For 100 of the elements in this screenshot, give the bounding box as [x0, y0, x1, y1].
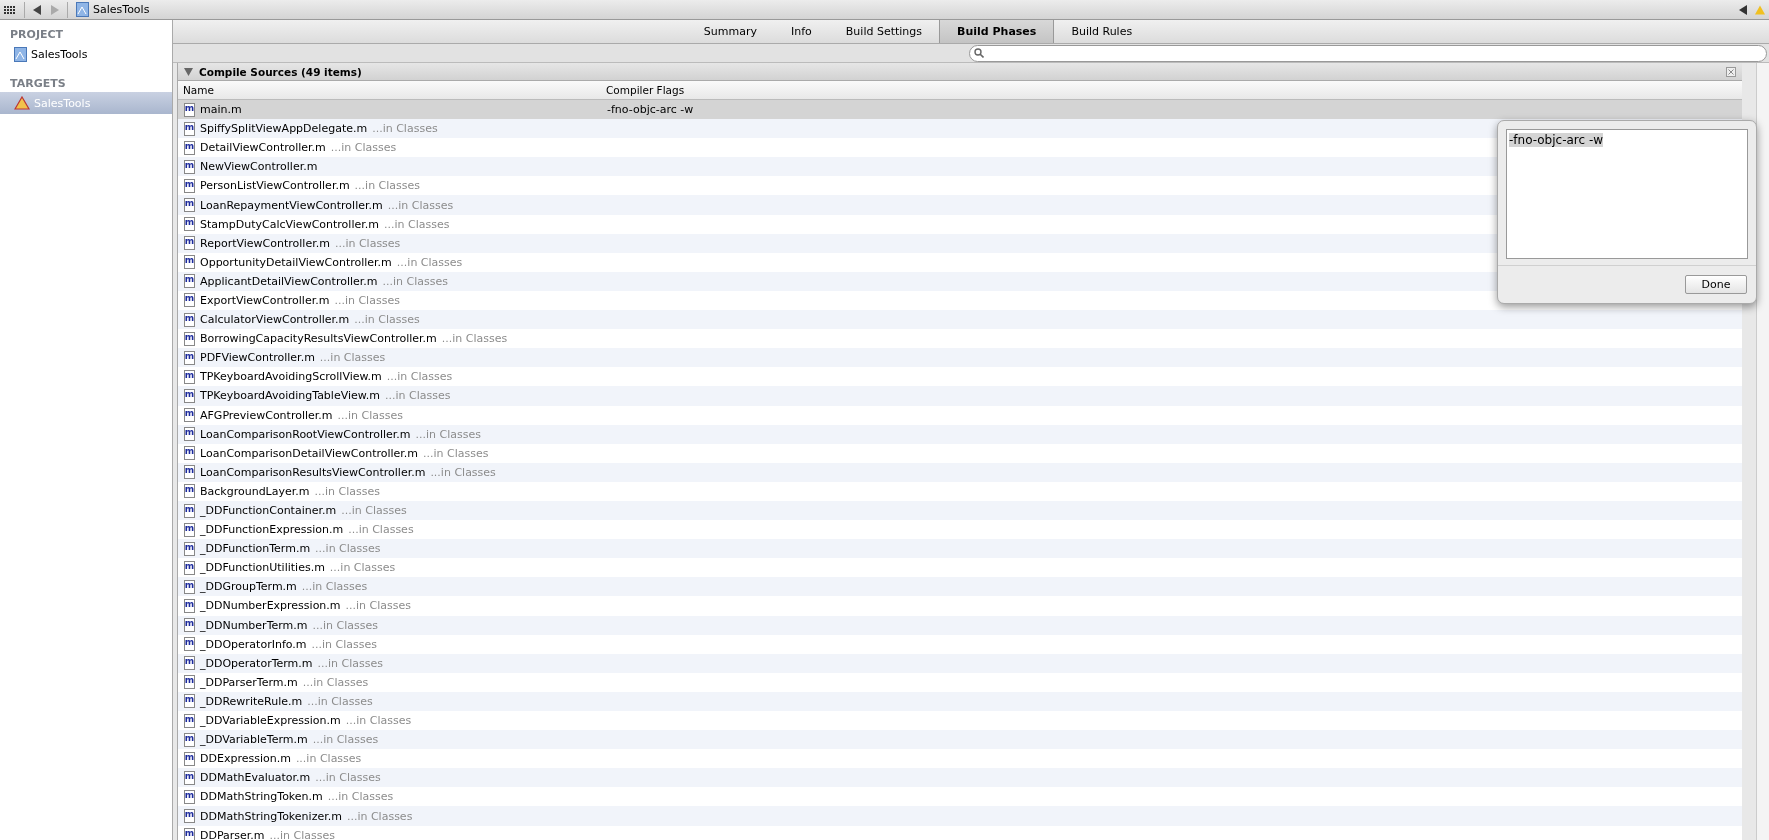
file-name: ReportViewController.m — [200, 236, 330, 250]
source-file-icon: m — [184, 427, 195, 442]
source-file-icon: m — [184, 828, 195, 840]
table-row[interactable]: m DDMathEvaluator.m ...in Classes — [178, 768, 1742, 788]
column-heading[interactable]: Compiler Flags — [601, 84, 685, 96]
file-location: ...in Classes — [312, 618, 378, 632]
table-row[interactable]: m LoanComparisonResultsViewController.m ...in Classes — [178, 462, 1742, 482]
file-name: TPKeyboardAvoidingScrollView.m — [200, 370, 382, 384]
tab[interactable]: Build Rules — [1054, 20, 1150, 43]
file-name: LoanComparisonDetailViewController.m — [200, 446, 419, 460]
sidebar-heading: TARGETS — [9, 76, 67, 92]
source-file-icon: m — [184, 618, 195, 633]
back-arrow-icon[interactable] — [33, 4, 42, 15]
source-file-icon: m — [184, 388, 195, 403]
source-file-icon: m — [184, 503, 195, 518]
grid-icon[interactable] — [4, 4, 16, 15]
file-name: LoanComparisonRootViewController.m — [200, 427, 411, 441]
source-file-icon: m — [184, 732, 195, 747]
file-location: ...in Classes — [330, 141, 397, 155]
source-file-icon: m — [184, 770, 195, 785]
tab[interactable]: Summary — [686, 20, 774, 43]
sidebar-item[interactable]: SalesTools — [0, 43, 172, 65]
close-icon[interactable] — [1726, 66, 1736, 77]
source-file-icon: m — [184, 217, 195, 232]
file-name: _DDVariableExpression.m — [200, 714, 341, 728]
flags-text-area[interactable]: -fno-objc-arc -w — [1506, 129, 1748, 259]
disclosure-triangle-icon[interactable] — [184, 67, 193, 76]
sidebar-heading: PROJECT — [9, 27, 65, 43]
source-file-icon: m — [184, 159, 195, 174]
file-name: _DDNumberTerm.m — [200, 618, 308, 632]
source-file-icon: m — [184, 350, 195, 365]
file-name: _DDGroupTerm.m — [200, 580, 297, 594]
source-file-icon: m — [184, 236, 195, 251]
table-row[interactable]: m TPKeyboardAvoidingTableView.m ...in Classes — [178, 386, 1742, 406]
source-file-icon: m — [184, 484, 195, 499]
breadcrumb-item[interactable]: SalesTools — [76, 2, 150, 17]
source-file-icon: m — [184, 599, 195, 613]
table-row[interactable]: m CalculatorViewController.m ...in Classes — [178, 310, 1742, 330]
file-name: _DDVariableTerm.m — [200, 733, 308, 747]
column-heading[interactable]: Name — [178, 84, 601, 96]
file-name: AFGPreviewController.m — [200, 408, 333, 422]
source-file-icon: m — [184, 293, 195, 308]
source-file-icon: m — [184, 713, 195, 728]
file-name: NewViewController.m — [200, 160, 318, 174]
source-file-icon: m — [184, 178, 195, 193]
table-row[interactable]: m main.m -fno-objc-arc -w — [178, 100, 1742, 120]
file-name: DetailViewController.m — [200, 141, 326, 155]
file-location: ...in Classes — [312, 733, 379, 747]
source-file-icon: m — [184, 789, 195, 804]
tab[interactable]: Build Settings — [828, 20, 940, 43]
table-row[interactable]: m _DDGroupTerm.m ...in Classes — [178, 577, 1742, 597]
file-name: TPKeyboardAvoidingTableView.m — [200, 389, 380, 403]
tab[interactable]: Build Phases — [939, 20, 1055, 43]
file-location: ...in Classes — [354, 313, 420, 327]
file-location: ...in Classes — [295, 752, 362, 766]
file-location: ...in Classes — [415, 427, 482, 441]
table-row[interactable]: m DDMathStringTokenizer.m ...in Classes — [178, 806, 1742, 826]
file-name: DDExpression.m — [200, 752, 291, 766]
tab[interactable]: Info — [774, 20, 829, 43]
file-location: ...in Classes — [345, 599, 411, 613]
table-row[interactable]: m LoanComparisonRootViewController.m ...in Classes — [178, 424, 1742, 444]
source-file-icon: m — [184, 809, 195, 823]
file-name: BorrowingCapacityResultsViewController.m — [200, 332, 437, 346]
file-name: LoanComparisonResultsViewController.m — [200, 465, 426, 479]
table-row[interactable]: m _DDFunctionContainer.m ...in Classes — [178, 500, 1742, 521]
file-location: ...in Classes — [354, 179, 421, 193]
file-location: ...in Classes — [337, 408, 403, 422]
table-row[interactable]: m _DDNumberTerm.m ...in Classes — [178, 615, 1742, 635]
table-row[interactable]: m _DDFunctionTerm.m ...in Classes — [178, 539, 1742, 559]
file-location: ...in Classes — [430, 465, 496, 479]
file-location: ...in Classes — [441, 332, 508, 346]
source-file-icon: m — [184, 121, 195, 136]
file-name: _DDRewriteRule.m — [200, 694, 303, 708]
file-name: _DDFunctionUtilities.m — [200, 561, 325, 575]
file-location: ...in Classes — [396, 255, 463, 269]
table-row[interactable]: m PDFViewController.m ...in Classes — [178, 348, 1742, 368]
table-row[interactable]: m _DDVariableTerm.m ...in Classes — [178, 730, 1742, 750]
search-field[interactable] — [969, 44, 1767, 62]
file-location: ...in Classes — [315, 542, 381, 556]
file-location: ...in Classes — [317, 656, 383, 670]
source-file-icon: m — [184, 560, 195, 575]
source-file-icon: m — [184, 312, 195, 327]
file-location: ...in Classes — [386, 370, 453, 384]
table-row[interactable]: m _DDOperatorTerm.m ...in Classes — [178, 653, 1742, 673]
scroll-bar[interactable] — [1756, 63, 1769, 840]
forward-arrow-icon[interactable] — [50, 4, 59, 15]
source-file-icon: m — [184, 331, 195, 346]
file-name: ExportViewController.m — [200, 294, 330, 307]
file-name: PersonListViewController.m — [200, 179, 350, 193]
done-button[interactable]: Done — [1685, 275, 1747, 294]
back-arrow-icon[interactable] — [1739, 4, 1747, 15]
source-file-icon: m — [184, 465, 195, 480]
file-location: ...in Classes — [315, 771, 381, 785]
source-file-icon: m — [184, 102, 195, 117]
file-location: ...in Classes — [334, 294, 400, 307]
file-name: CalculatorViewController.m — [200, 313, 350, 327]
table-row[interactable]: m _DDRewriteRule.m ...in Classes — [178, 691, 1742, 711]
file-location: ...in Classes — [269, 828, 336, 840]
source-file-icon: m — [184, 522, 195, 537]
file-name: OpportunityDetailViewController.m — [200, 255, 392, 269]
